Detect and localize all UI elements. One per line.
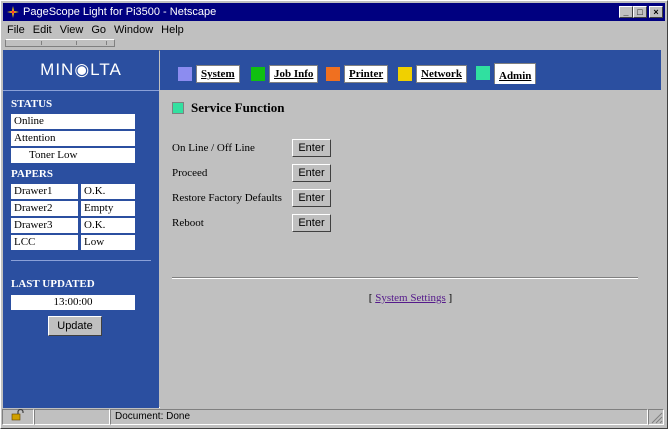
tab-admin[interactable]: Admin — [476, 62, 537, 84]
tab-system[interactable]: System — [178, 64, 240, 84]
tab-system-label[interactable]: System — [196, 65, 240, 83]
menu-bar: File Edit View Go Window Help — [3, 22, 665, 38]
tab-network-label[interactable]: Network — [416, 65, 467, 83]
restore-defaults-label: Restore Factory Defaults — [172, 192, 282, 204]
page-title-text: Service Function — [191, 100, 285, 115]
status-attention: Attention — [11, 131, 135, 146]
online-offline-enter-button[interactable]: Enter — [292, 139, 331, 157]
last-updated-title: LAST UPDATED — [11, 278, 95, 290]
link-open-bracket: [ — [368, 292, 373, 304]
unlocked-lock-icon — [11, 408, 25, 426]
status-title: STATUS — [11, 98, 53, 110]
status-online: Online — [11, 114, 135, 129]
paper-name-drawer3: Drawer3 — [11, 218, 78, 233]
close-icon: × — [653, 7, 659, 17]
tab-job-info-label[interactable]: Job Info — [269, 65, 319, 83]
papers-title: PAPERS — [11, 168, 53, 180]
proceed-label: Proceed — [172, 167, 208, 179]
paper-name-lcc: LCC — [11, 235, 78, 250]
paper-state-drawer1: O.K. — [81, 184, 135, 199]
sidebar-divider — [11, 260, 151, 261]
paper-state-drawer3: O.K. — [81, 218, 135, 233]
security-cell[interactable] — [2, 408, 34, 426]
tab-admin-color-square — [476, 66, 490, 80]
tab-bar: System Job Info Printer Network Admin — [160, 50, 661, 90]
link-close-bracket: ] — [448, 292, 453, 304]
main-panel: Service Function On Line / Off Line Ente… — [160, 90, 661, 408]
menu-help[interactable]: Help — [161, 24, 184, 36]
paper-state-lcc: Low — [81, 235, 135, 250]
tab-system-color-square — [178, 67, 192, 81]
last-updated-time: 13:00:00 — [11, 295, 135, 310]
reboot-enter-button[interactable]: Enter — [292, 214, 331, 232]
netscape-app-icon[interactable] — [6, 5, 20, 19]
menu-edit[interactable]: Edit — [33, 24, 52, 36]
tab-job-info-color-square — [251, 67, 265, 81]
resize-grip[interactable] — [648, 409, 664, 425]
update-button[interactable]: Update — [48, 316, 102, 336]
menu-go[interactable]: Go — [91, 24, 106, 36]
progress-cell — [34, 409, 110, 425]
sidebar: MIN◉LTA STATUS Online Attention Toner Lo… — [3, 50, 159, 408]
paper-name-drawer2: Drawer2 — [11, 201, 78, 216]
menu-file[interactable]: File — [7, 24, 25, 36]
page-title: Service Function — [172, 100, 285, 116]
status-bar: Document: Done — [2, 408, 664, 426]
status-text: Document: Done — [110, 409, 648, 425]
status-toner-low: Toner Low — [11, 148, 135, 163]
close-button[interactable]: × — [649, 6, 663, 18]
minimize-button[interactable]: _ — [619, 6, 633, 18]
minimize-icon: _ — [623, 7, 629, 17]
tab-printer-label[interactable]: Printer — [344, 65, 389, 83]
paper-state-drawer2: Empty — [81, 201, 135, 216]
online-offline-label: On Line / Off Line — [172, 142, 255, 154]
tab-job-info[interactable]: Job Info — [251, 64, 319, 84]
maximize-icon: □ — [637, 7, 643, 17]
minolta-logo: MIN◉LTA — [3, 50, 159, 91]
tab-network[interactable]: Network — [398, 64, 467, 84]
service-function-square-icon — [172, 102, 184, 114]
reboot-label: Reboot — [172, 217, 204, 229]
restore-defaults-enter-button[interactable]: Enter — [292, 189, 331, 207]
tab-network-color-square — [398, 67, 412, 81]
horizontal-rule — [172, 277, 638, 279]
proceed-enter-button[interactable]: Enter — [292, 164, 331, 182]
paper-name-drawer1: Drawer1 — [11, 184, 78, 199]
collapsed-toolbars[interactable] — [5, 39, 115, 47]
menu-window[interactable]: Window — [114, 24, 153, 36]
system-settings-link[interactable]: System Settings — [375, 292, 446, 304]
window-title: PageScope Light for Pi3500 - Netscape — [23, 6, 217, 18]
maximize-button[interactable]: □ — [633, 6, 647, 18]
tab-admin-label[interactable]: Admin — [494, 62, 537, 84]
system-settings-link-row: [ System Settings ] — [160, 292, 661, 304]
tab-printer[interactable]: Printer — [326, 64, 389, 84]
title-bar[interactable]: PageScope Light for Pi3500 - Netscape _ … — [3, 3, 665, 21]
resize-grip-icon — [649, 412, 663, 427]
menu-view[interactable]: View — [60, 24, 84, 36]
tab-printer-color-square — [326, 67, 340, 81]
